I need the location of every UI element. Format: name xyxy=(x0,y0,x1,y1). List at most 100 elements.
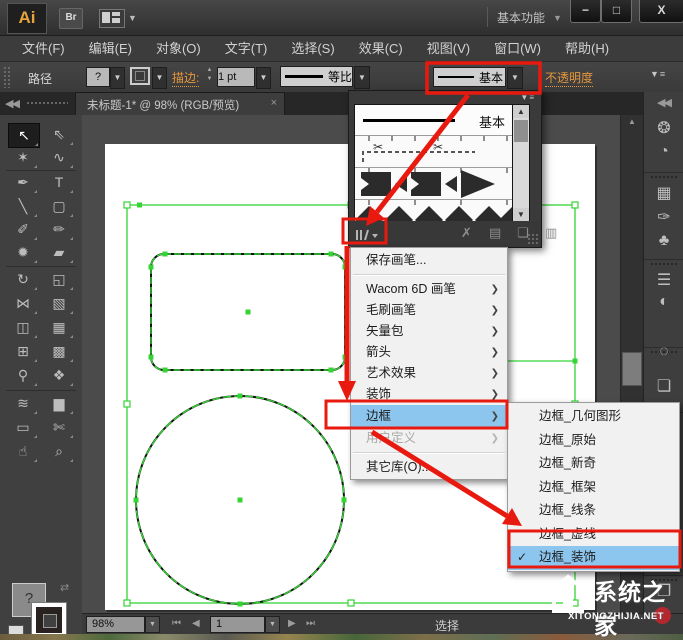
graphic-styles-panel-icon[interactable]: ❏ xyxy=(644,376,683,396)
rectangle-tool[interactable]: ▢ xyxy=(44,195,74,218)
next-artboard-icon[interactable]: ▶ xyxy=(288,618,296,629)
lasso-tool[interactable]: ∿ xyxy=(44,146,74,169)
zoom-dropdown-arrow[interactable]: ▼ xyxy=(145,616,160,633)
artboard-tool[interactable]: ▭ xyxy=(8,416,38,439)
brush-definition-arrow[interactable]: ▼ xyxy=(507,67,523,89)
scrollbar-thumb[interactable] xyxy=(514,120,528,142)
menubar-item-5[interactable]: 选择(S) xyxy=(279,36,346,62)
bridge-button[interactable]: Br xyxy=(59,8,83,29)
first-artboard-icon[interactable]: ⏮ xyxy=(172,618,181,629)
brush-row-arrows[interactable] xyxy=(355,168,513,200)
minimize-button[interactable]: − xyxy=(570,0,601,23)
artboard-dropdown-arrow[interactable]: ▼ xyxy=(265,616,280,633)
stroke-color-swatch[interactable] xyxy=(130,67,150,85)
magic-wand-tool[interactable]: ✶ xyxy=(8,146,38,169)
eyedropper-tool[interactable]: ⚲ xyxy=(8,364,38,387)
pen-tool[interactable]: ✒ xyxy=(8,171,38,194)
stroke-swatch[interactable] xyxy=(32,603,66,637)
color-guide-panel-icon[interactable]: ◔ xyxy=(644,143,683,161)
shape-builder-tool[interactable]: ◫ xyxy=(8,316,38,339)
stroke-weight-stepper[interactable]: ▲▼ xyxy=(205,66,214,86)
direct-selection-tool[interactable]: ⇖ xyxy=(44,123,74,146)
scrollbar-thumb[interactable] xyxy=(622,352,642,386)
document-tab[interactable]: 未标题-1* @ 98% (RGB/预览) × xyxy=(75,92,285,115)
symbol-sprayer-tool[interactable]: ≋ xyxy=(8,392,38,415)
brush-libraries-menu-button[interactable] xyxy=(355,226,381,242)
stroke-panel-icon[interactable]: ☰ xyxy=(644,270,683,290)
width-tool[interactable]: ⋈ xyxy=(8,292,38,315)
stroke-weight-field[interactable]: 1 pt xyxy=(217,67,255,87)
menubar-item-1[interactable]: 文件(F) xyxy=(10,36,77,62)
submenu-item-边框_新奇[interactable]: 边框_新奇 xyxy=(508,452,679,476)
transparency-panel-icon[interactable]: ◐ xyxy=(644,293,683,311)
blend-tool[interactable]: ❖ xyxy=(44,364,74,387)
menubar-item-6[interactable]: 效果(C) xyxy=(347,36,415,62)
perspective-grid-tool[interactable]: ▦ xyxy=(44,316,74,339)
panel-resize-grip[interactable] xyxy=(527,233,538,244)
expand-panels-icon[interactable]: ◀◀ xyxy=(657,96,670,109)
color-panel-icon[interactable]: ❂ xyxy=(644,118,683,138)
rotate-tool[interactable]: ↻ xyxy=(8,268,38,291)
width-profile-arrow[interactable]: ▼ xyxy=(354,66,370,89)
scroll-down-icon[interactable]: ▼ xyxy=(513,208,529,221)
previous-artboard-icon[interactable]: ◀ xyxy=(192,618,200,629)
brush-list-scrollbar[interactable]: ▲ ▼ xyxy=(512,104,530,222)
menu-item-艺术效果[interactable]: 艺术效果❯ xyxy=(351,363,507,384)
menubar-item-4[interactable]: 文字(T) xyxy=(213,36,280,62)
submenu-item-边框_原始[interactable]: 边框_原始 xyxy=(508,429,679,453)
menubar-item-3[interactable]: 对象(O) xyxy=(144,36,213,62)
blob-brush-tool[interactable]: ✹ xyxy=(8,241,38,264)
submenu-item-边框_几何图形[interactable]: 边框_几何图形 xyxy=(508,405,679,429)
type-tool[interactable]: T xyxy=(44,171,74,194)
brush-row-diamonds[interactable] xyxy=(355,200,513,221)
menubar-item-8[interactable]: 窗口(W) xyxy=(482,36,553,62)
panel-grip[interactable] xyxy=(3,66,11,88)
swap-fill-stroke-icon[interactable]: ⇄ xyxy=(60,581,69,594)
symbols-panel-icon[interactable]: ♣ xyxy=(644,232,683,250)
brush-row-cutline[interactable]: ✂ ✂ xyxy=(355,136,513,168)
brush-row-basic[interactable]: 基本 xyxy=(355,105,513,136)
artboard-number-field[interactable]: 1 xyxy=(210,616,265,633)
scroll-up-icon[interactable]: ▲ xyxy=(621,117,643,126)
brushes-panel-icon[interactable]: ✑ xyxy=(644,207,683,227)
last-artboard-icon[interactable]: ⏭ xyxy=(306,618,315,629)
menu-item-装饰[interactable]: 装饰❯ xyxy=(351,384,507,405)
menu-item-保存画笔...[interactable]: 保存画笔... xyxy=(351,250,507,271)
chevron-down-icon[interactable]: ▼ xyxy=(553,13,562,23)
selection-tool[interactable]: ↖ xyxy=(8,123,40,148)
scale-tool[interactable]: ◱ xyxy=(44,268,74,291)
graph-tool[interactable]: ▆ xyxy=(44,392,74,415)
hand-tool[interactable]: ☝ xyxy=(8,440,38,463)
zoom-tool[interactable]: ⌕ xyxy=(44,440,74,463)
menubar-item-7[interactable]: 视图(V) xyxy=(415,36,482,62)
collapse-left-icon[interactable]: ◀◀ xyxy=(5,97,18,110)
zoom-level-field[interactable]: 98% xyxy=(86,616,145,633)
width-profile-dropdown[interactable]: 等比 xyxy=(280,66,353,87)
delete-brush-icon[interactable]: ▥ xyxy=(545,225,557,241)
opacity-label[interactable]: 不透明度 xyxy=(545,69,593,87)
menu-item-用户定义[interactable]: 用户定义❯ xyxy=(351,428,507,449)
panel-menu-icon[interactable]: ▼≡ xyxy=(520,93,535,102)
pencil-tool[interactable]: ✏ xyxy=(44,218,74,241)
menu-item-其它库(O)...[interactable]: 其它库(O)... xyxy=(351,457,507,478)
menu-item-边框[interactable]: 边框❯ xyxy=(351,405,507,428)
submenu-item-边框_虚线[interactable]: 边框_虚线 xyxy=(508,523,679,547)
gradient-tool[interactable]: ▩ xyxy=(44,340,74,363)
stroke-weight-label[interactable]: 描边: xyxy=(172,69,199,87)
control-panel-menu-icon[interactable]: ▼≡ xyxy=(650,69,666,79)
free-transform-tool[interactable]: ▧ xyxy=(44,292,74,315)
chevron-down-icon[interactable]: ▼ xyxy=(128,13,137,23)
menu-item-Wacom 6D 画笔[interactable]: Wacom 6D 画笔❯ xyxy=(351,279,507,300)
remove-brush-stroke-icon[interactable]: ✗ xyxy=(461,225,472,241)
maximize-button[interactable]: □ xyxy=(601,0,632,23)
line-segment-tool[interactable]: ╲ xyxy=(8,195,38,218)
fill-dropdown-arrow[interactable]: ▼ xyxy=(110,67,125,89)
toolbar-grip[interactable] xyxy=(26,101,68,106)
arrange-documents-button[interactable] xyxy=(99,9,125,28)
swatches-panel-icon[interactable]: ▦ xyxy=(644,183,683,203)
stroke-dropdown-arrow[interactable]: ▼ xyxy=(152,67,167,89)
scroll-up-icon[interactable]: ▲ xyxy=(513,105,529,118)
menu-item-箭头[interactable]: 箭头❯ xyxy=(351,342,507,363)
submenu-item-边框_框架[interactable]: 边框_框架 xyxy=(508,476,679,500)
mesh-tool[interactable]: ⊞ xyxy=(8,340,38,363)
